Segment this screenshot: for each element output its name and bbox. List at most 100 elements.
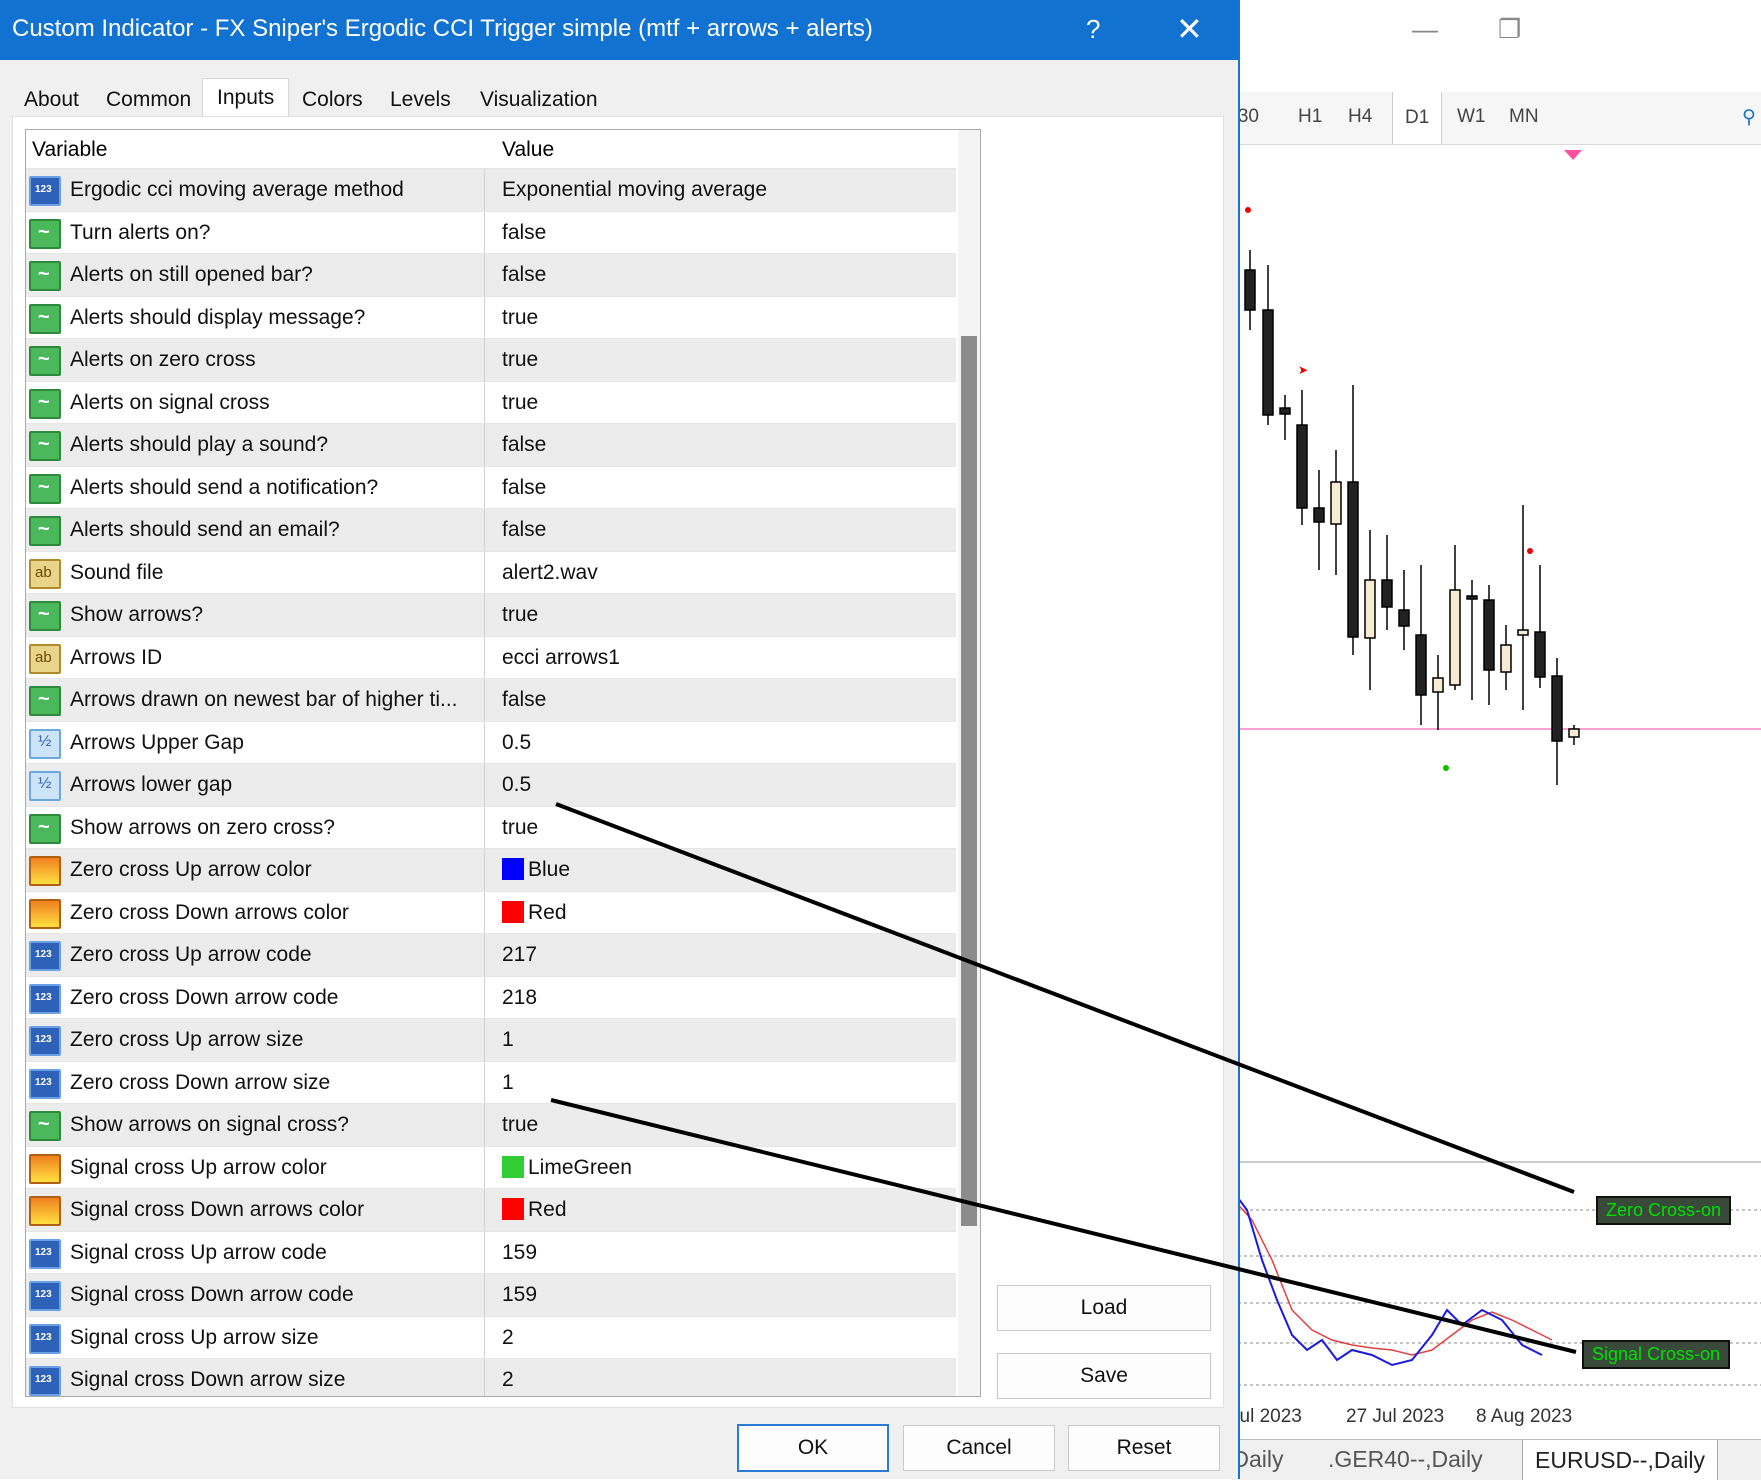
variable-value[interactable]: 0.5 bbox=[502, 773, 531, 797]
grid-header: Variable Value bbox=[26, 130, 980, 168]
variable-name: Zero cross Down arrow size bbox=[70, 1070, 331, 1094]
chart-tab-eurusd[interactable]: EURUSD--,Daily bbox=[1522, 1440, 1718, 1480]
table-row[interactable]: Signal cross Down arrows color Red bbox=[26, 1188, 956, 1231]
save-button[interactable]: Save bbox=[997, 1353, 1211, 1399]
table-row[interactable]: Show arrows? true bbox=[26, 593, 956, 636]
variable-value[interactable]: true bbox=[502, 348, 538, 372]
variable-value[interactable]: LimeGreen bbox=[502, 1155, 632, 1180]
variable-value[interactable]: 2 bbox=[502, 1326, 514, 1350]
variable-name: Arrows Upper Gap bbox=[70, 730, 244, 754]
variable-value[interactable]: 0.5 bbox=[502, 731, 531, 755]
table-row[interactable]: Turn alerts on? false bbox=[26, 210, 956, 253]
tab-common[interactable]: Common bbox=[106, 88, 191, 112]
value-text: false bbox=[502, 433, 547, 456]
variable-value[interactable]: Red bbox=[502, 900, 567, 925]
table-row[interactable]: Zero cross Up arrow size 1 bbox=[26, 1018, 956, 1061]
table-row[interactable]: Arrows drawn on newest bar of higher ti.… bbox=[26, 678, 956, 721]
variable-value[interactable]: ecci arrows1 bbox=[502, 646, 620, 670]
variable-value[interactable]: 217 bbox=[502, 943, 537, 967]
variable-value[interactable]: 1 bbox=[502, 1028, 514, 1052]
variable-value[interactable]: true bbox=[502, 1113, 538, 1137]
table-row[interactable]: Ergodic cci moving average method Exponen… bbox=[26, 168, 956, 211]
integer-type-icon bbox=[29, 1068, 61, 1099]
close-icon[interactable]: ✕ bbox=[1176, 10, 1203, 48]
scrollbar-thumb[interactable] bbox=[961, 336, 977, 1226]
value-text: true bbox=[502, 348, 539, 371]
variable-value[interactable]: 159 bbox=[502, 1283, 537, 1307]
vertical-scrollbar[interactable] bbox=[958, 130, 980, 1396]
bool-type-icon bbox=[29, 431, 61, 461]
value-text: false bbox=[502, 518, 547, 541]
variable-value[interactable]: true bbox=[502, 391, 538, 415]
variable-value[interactable]: 218 bbox=[502, 986, 537, 1010]
integer-type-icon bbox=[29, 941, 61, 971]
tab-colors[interactable]: Colors bbox=[302, 88, 363, 112]
variable-value[interactable]: false bbox=[502, 433, 546, 457]
signal-arrow-red bbox=[1527, 548, 1533, 554]
variable-value[interactable]: false bbox=[502, 476, 546, 500]
tab-visualization[interactable]: Visualization bbox=[480, 88, 598, 112]
tab-about[interactable]: About bbox=[24, 88, 79, 112]
variable-name: Show arrows? bbox=[70, 603, 204, 626]
column-divider bbox=[484, 339, 485, 381]
load-button[interactable]: Load bbox=[997, 1285, 1211, 1331]
cancel-button[interactable]: Cancel bbox=[903, 1425, 1055, 1471]
table-row[interactable]: Show arrows on signal cross? true bbox=[26, 1103, 956, 1146]
table-row[interactable]: Alerts should display message? true bbox=[26, 295, 956, 338]
variable-value[interactable]: 2 bbox=[502, 1368, 514, 1392]
table-row[interactable]: Sound file alert2.wav bbox=[26, 550, 956, 593]
column-divider bbox=[484, 296, 485, 338]
variable-value[interactable]: true bbox=[502, 816, 538, 840]
table-row[interactable]: Signal cross Up arrow code 159 bbox=[26, 1230, 956, 1273]
reset-button[interactable]: Reset bbox=[1068, 1425, 1220, 1471]
column-header-value[interactable]: Value bbox=[502, 138, 554, 162]
table-row[interactable]: Alerts on still opened bar? false bbox=[26, 253, 956, 296]
table-row[interactable]: Arrows Upper Gap 0.5 bbox=[26, 720, 956, 763]
variable-value[interactable]: false bbox=[502, 518, 546, 542]
tab-inputs[interactable]: Inputs bbox=[202, 78, 290, 119]
table-row[interactable]: Zero cross Down arrows color Red bbox=[26, 890, 956, 933]
table-row[interactable]: Alerts should play a sound? false bbox=[26, 423, 956, 466]
table-row[interactable]: Arrows lower gap 0.5 bbox=[26, 763, 956, 806]
variable-value[interactable]: false bbox=[502, 688, 546, 712]
table-row[interactable]: Alerts on signal cross true bbox=[26, 380, 956, 423]
variable-value[interactable]: false bbox=[502, 263, 546, 287]
help-icon[interactable]: ? bbox=[1086, 14, 1100, 45]
input-rows: Ergodic cci moving average method Exponen… bbox=[26, 168, 956, 1396]
variable-value[interactable]: Exponential moving average bbox=[502, 178, 767, 202]
value-text: Exponential moving average bbox=[502, 178, 768, 201]
date-label-3: 8 Aug 2023 bbox=[1476, 1406, 1573, 1427]
table-row[interactable]: Zero cross Up arrow color Blue bbox=[26, 848, 956, 891]
table-row[interactable]: Arrows ID ecci arrows1 bbox=[26, 635, 956, 678]
table-row[interactable]: Zero cross Up arrow code 217 bbox=[26, 933, 956, 976]
variable-value[interactable]: Red bbox=[502, 1198, 567, 1222]
table-row[interactable]: Zero cross Down arrow code 218 bbox=[26, 975, 956, 1018]
indicator-subwindow: Zero Cross-on Signal Cross-on bbox=[1232, 1160, 1761, 1400]
bool-type-icon bbox=[29, 601, 61, 631]
table-row[interactable]: Alerts should send an email? false bbox=[26, 508, 956, 551]
variable-value[interactable]: 1 bbox=[502, 1071, 514, 1095]
dialog-title: Custom Indicator - FX Sniper's Ergodic C… bbox=[12, 15, 873, 42]
table-row[interactable]: Zero cross Down arrow size 1 bbox=[26, 1060, 956, 1103]
column-header-variable[interactable]: Variable bbox=[32, 138, 108, 162]
table-row[interactable]: Signal cross Up arrow color LimeGreen bbox=[26, 1145, 956, 1188]
value-text: Red bbox=[528, 1198, 567, 1221]
table-row[interactable]: Show arrows on zero cross? true bbox=[26, 805, 956, 848]
dialog-titlebar: Custom Indicator - FX Sniper's Ergodic C… bbox=[0, 0, 1238, 60]
variable-value[interactable]: true bbox=[502, 603, 538, 627]
variable-value[interactable]: alert2.wav bbox=[502, 561, 598, 585]
variable-value[interactable]: true bbox=[502, 306, 538, 330]
table-row[interactable]: Alerts on zero cross true bbox=[26, 338, 956, 381]
ok-button[interactable]: OK bbox=[737, 1424, 889, 1472]
value-text: alert2.wav bbox=[502, 560, 598, 584]
table-row[interactable]: Signal cross Down arrow code 159 bbox=[26, 1273, 956, 1316]
tab-levels[interactable]: Levels bbox=[390, 88, 451, 112]
table-row[interactable]: Alerts should send a notification? false bbox=[26, 465, 956, 508]
table-row[interactable]: Signal cross Up arrow size 2 bbox=[26, 1315, 956, 1358]
variable-value[interactable]: false bbox=[502, 221, 546, 245]
date-label-1: Jul 2023 bbox=[1230, 1406, 1302, 1427]
variable-value[interactable]: 159 bbox=[502, 1241, 537, 1265]
variable-value[interactable]: Blue bbox=[502, 858, 570, 882]
table-row[interactable]: Signal cross Down arrow size 2 bbox=[26, 1358, 956, 1396]
chart-tab-ger40[interactable]: .GER40--,Daily bbox=[1328, 1446, 1483, 1473]
